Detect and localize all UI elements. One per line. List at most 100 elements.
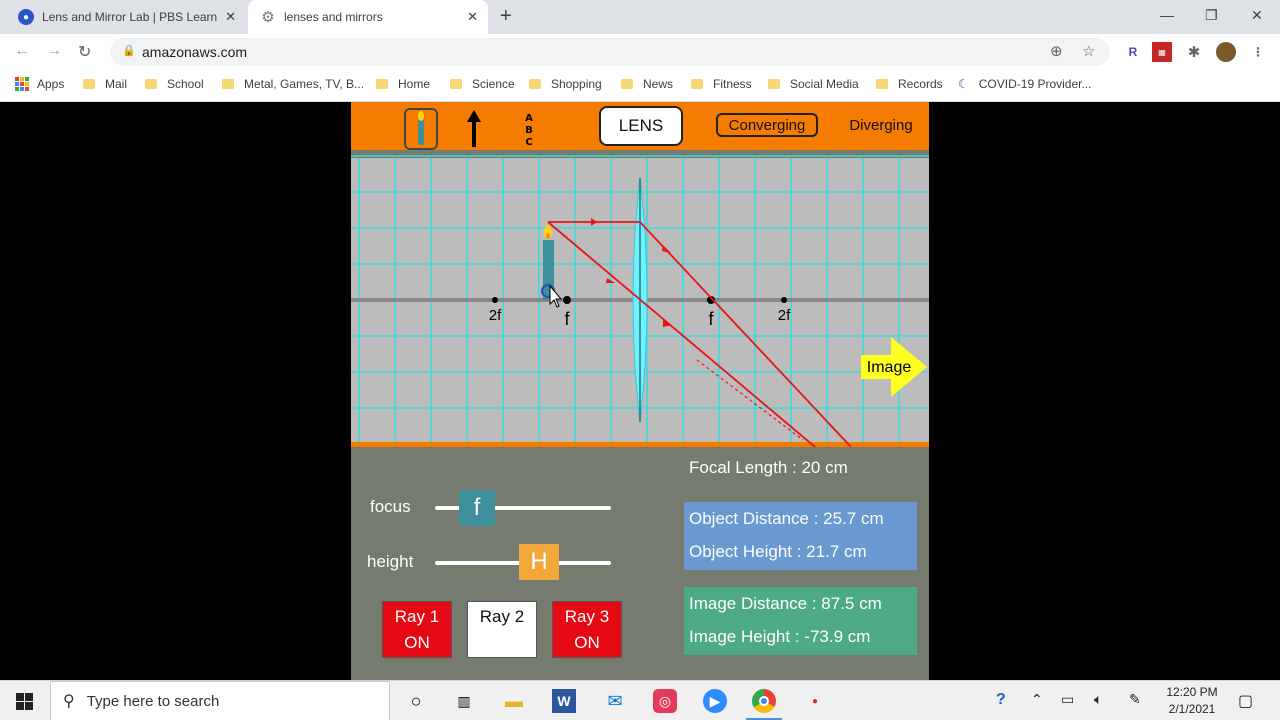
ray-1-toggle[interactable]: Ray 1 ON [382, 601, 452, 658]
folder-icon [876, 79, 888, 89]
folder-icon [768, 79, 780, 89]
taskbar-search[interactable]: ⚲ Type here to search [50, 681, 390, 720]
chevron-up-icon[interactable]: ⌃ [1031, 691, 1043, 708]
recorder-icon[interactable]: ● [803, 689, 827, 713]
task-view-icon[interactable]: ▥ [452, 689, 476, 713]
arrow-icon[interactable] [466, 110, 482, 148]
tab-lens-and-mirror-lab[interactable]: ● Lens and Mirror Lab | PBS Learnin ✕ [6, 0, 246, 34]
lens-simulation: A B C LENS Converging Diverging 2f f f 2… [351, 102, 929, 680]
svg-text:A: A [525, 113, 533, 124]
object-distance-readout: Object Distance : 25.7 cm [689, 509, 884, 528]
star-icon[interactable]: ☆ [1082, 42, 1095, 60]
lens-mode-button[interactable]: LENS [599, 106, 683, 146]
image-distance-readout: Image Distance : 87.5 cm [689, 594, 882, 613]
reload-icon[interactable]: ↻ [78, 42, 91, 62]
chrome-icon[interactable] [752, 689, 776, 713]
diverging-button[interactable]: Diverging [833, 113, 929, 137]
word-icon[interactable]: W [552, 689, 576, 713]
restore-icon[interactable]: ❐ [1205, 7, 1218, 24]
folder-icon [222, 79, 234, 89]
tab-title: lenses and mirrors [284, 10, 383, 24]
focal-point-2f-left [492, 297, 498, 303]
cortana-icon[interactable]: ○ [404, 689, 428, 713]
address-bar: ← → ↻ 🔒 amazonaws.com ⊕ ☆ [0, 34, 1280, 70]
close-tab-icon[interactable]: ✕ [225, 9, 236, 25]
bookmark-apps[interactable]: Apps [15, 77, 64, 91]
battery-icon[interactable]: ▭ [1061, 691, 1074, 708]
puzzle-icon[interactable]: ✱ [1184, 42, 1204, 62]
back-icon[interactable]: ← [14, 42, 30, 60]
folder-icon [450, 79, 462, 89]
extension-r-icon[interactable]: R [1123, 42, 1143, 62]
converging-button[interactable]: Converging [716, 113, 818, 137]
notifications-icon[interactable]: ▢ [1238, 691, 1253, 711]
bookmark-mail[interactable]: Mail [83, 77, 127, 91]
image-button-label: Image [867, 359, 912, 376]
tab-lenses-and-mirrors[interactable]: ⚙ lenses and mirrors ✕ [248, 0, 488, 34]
windows-taskbar: ⚲ Type here to search ○ ▥ ▬ W ✉ ◎ ▶ ● ? … [0, 680, 1280, 720]
bookmark-metal-games[interactable]: Metal, Games, TV, B... [222, 77, 364, 91]
bookmark-school[interactable]: School [145, 77, 204, 91]
bookmark-home[interactable]: Home [376, 77, 430, 91]
bookmarks-bar: Apps Mail School Metal, Games, TV, B... … [0, 70, 1280, 102]
pbs-icon: ● [18, 9, 34, 25]
label-2f-left: 2f [489, 307, 502, 324]
avatar[interactable] [1216, 42, 1236, 62]
folder-icon [376, 79, 388, 89]
svg-text:B: B [525, 125, 533, 136]
new-tab-button[interactable]: + [500, 6, 512, 26]
bookmark-shopping[interactable]: Shopping [529, 77, 602, 91]
forward-icon[interactable]: → [46, 42, 62, 60]
file-explorer-icon[interactable]: ▬ [502, 689, 526, 713]
folder-icon [83, 79, 95, 89]
focus-label: focus [370, 497, 411, 516]
focal-point-2f-right [781, 297, 787, 303]
candle-tool-button[interactable] [404, 108, 438, 150]
image-height-readout: Image Height : -73.9 cm [689, 627, 871, 646]
taskbar-clock[interactable]: 12:20 PM 2/1/2021 [1160, 684, 1224, 718]
close-tab-icon[interactable]: ✕ [467, 9, 478, 25]
minimize-icon[interactable]: — [1160, 7, 1174, 23]
apps-icon [15, 77, 29, 91]
folder-icon [691, 79, 703, 89]
height-slider-knob[interactable]: H [519, 544, 559, 580]
help-icon[interactable]: ? [996, 691, 1006, 709]
image-info-panel: Image Distance : 87.5 cm Image Height : … [684, 587, 917, 655]
bookmark-news[interactable]: News [621, 77, 673, 91]
menu-icon[interactable]: ⋮ [1248, 42, 1268, 62]
object-height-readout: Object Height : 21.7 cm [689, 542, 867, 561]
ray-3-toggle[interactable]: Ray 3 ON [552, 601, 622, 658]
bookmark-science[interactable]: Science [450, 77, 515, 91]
zoom-icon[interactable]: ▶ [703, 689, 727, 713]
bookmark-social-media[interactable]: Social Media [768, 77, 859, 91]
ray-2-toggle[interactable]: Ray 2 [467, 601, 537, 658]
extension-red-icon[interactable]: ▦ [1152, 42, 1172, 62]
sim-controls: focus f height H Ray 1 ON Ray 2 Ray 3 ON… [351, 450, 929, 680]
stage-bottom-border [351, 442, 929, 447]
gear-icon: ⚙ [261, 9, 275, 26]
tab-title: Lens and Mirror Lab | PBS Learnin [42, 10, 217, 24]
sim-toolbar: A B C LENS Converging Diverging [351, 102, 929, 150]
folder-icon [529, 79, 541, 89]
windows-start-icon[interactable] [16, 693, 33, 710]
bookmark-covid[interactable]: ☾ COVID-19 Provider... [958, 77, 1091, 91]
url-text: amazonaws.com [142, 44, 248, 60]
candle-icon [418, 111, 424, 145]
focus-slider-knob[interactable]: f [459, 490, 495, 526]
add-icon[interactable]: ⊕ [1050, 42, 1063, 60]
omnibox[interactable]: 🔒 amazonaws.com ⊕ ☆ [110, 38, 1110, 66]
lock-icon: 🔒 [122, 45, 136, 57]
creative-cloud-icon[interactable]: ◎ [653, 689, 677, 713]
height-label: height [367, 552, 414, 571]
abc-icon[interactable]: A B C [521, 110, 537, 148]
optics-stage[interactable]: 2f f f 2f Image [351, 150, 929, 447]
svg-text:C: C [525, 137, 532, 148]
volume-icon[interactable]: 🔈︎ [1094, 691, 1102, 708]
pen-icon[interactable]: ✎ [1129, 691, 1141, 708]
search-placeholder: Type here to search [86, 692, 220, 710]
bookmark-fitness[interactable]: Fitness [691, 77, 752, 91]
bookmark-records[interactable]: Records [876, 77, 943, 91]
focal-point-f-left [563, 296, 571, 304]
close-window-icon[interactable]: ✕ [1251, 7, 1263, 24]
mail-icon[interactable]: ✉ [603, 689, 627, 713]
